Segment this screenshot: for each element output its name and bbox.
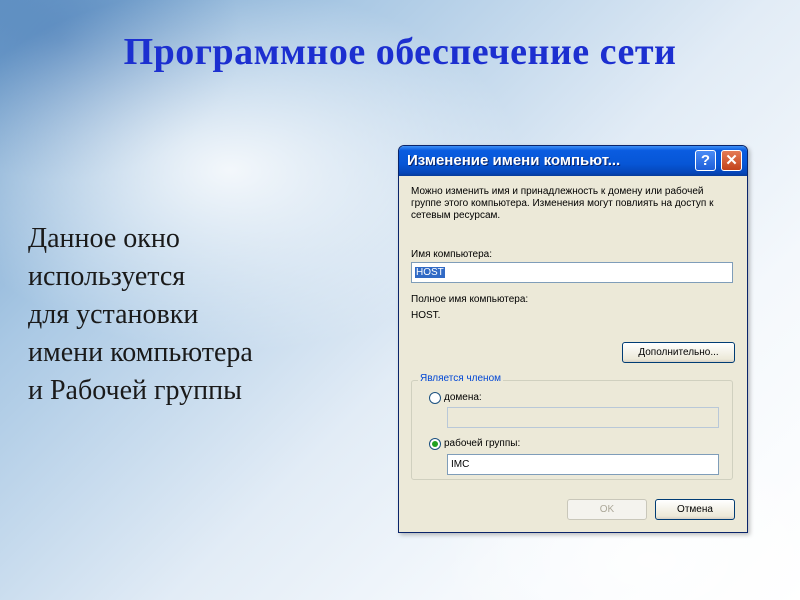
slide-description: Данное окно используется для установки и… [28,220,368,410]
description-line: имени компьютера [28,337,253,368]
dialog-body: Можно изменить имя и принадлежность к до… [399,176,747,532]
cancel-button[interactable]: Отмена [655,499,735,520]
member-of-label: Является членом [418,373,504,384]
more-button[interactable]: Дополнительно... [622,342,735,363]
intro-text: Можно изменить имя и принадлежность к до… [411,186,714,221]
computer-name-dialog: Изменение имени компьют... ? ✕ Можно изм… [398,145,748,533]
description-line: используется [28,261,186,292]
description-line: и Рабочей группы [28,375,242,406]
dialog-titlebar[interactable]: Изменение имени компьют... ? ✕ [399,146,747,176]
domain-label: домена: [444,392,482,403]
close-icon: ✕ [725,152,738,169]
radio-selected-dot [432,441,438,447]
full-name-value: HOST. [411,310,441,321]
help-button[interactable]: ? [695,150,716,171]
workgroup-label: рабочей группы: [444,438,521,449]
ok-button[interactable]: OK [567,499,647,520]
dialog-title: Изменение имени компьют... [407,152,621,169]
workgroup-radio[interactable] [429,438,441,450]
full-name-label: Полное имя компьютера: [411,294,529,305]
domain-input[interactable] [447,407,719,428]
computer-name-input[interactable]: HOST [411,262,733,283]
computer-name-value: HOST [415,267,445,278]
close-button[interactable]: ✕ [721,150,742,171]
workgroup-input[interactable]: IMC [447,454,719,475]
domain-radio[interactable] [429,392,441,404]
description-line: Данное окно [28,223,180,254]
help-icon: ? [700,152,711,169]
description-line: для установки [28,299,199,330]
slide-title: Программное обеспечение сети [123,31,677,73]
computer-name-label: Имя компьютера: [411,249,493,260]
